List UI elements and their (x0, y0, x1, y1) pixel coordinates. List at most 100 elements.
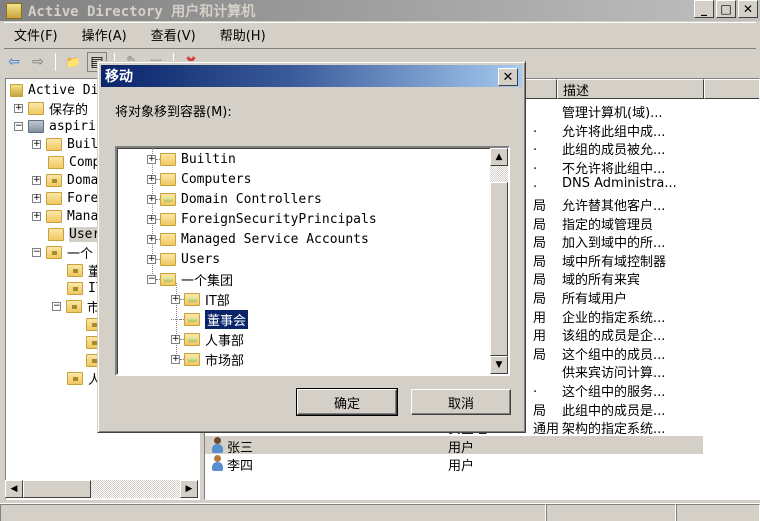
tree-item-label: 保存的 (49, 102, 89, 118)
dialog-close-button[interactable]: ✕ (498, 68, 518, 86)
ou-icon (46, 245, 62, 259)
back-icon[interactable]: ⇦ (4, 52, 24, 72)
folder-icon (160, 152, 176, 166)
scroll-thumb[interactable] (23, 480, 91, 498)
container-tree-item-label: IT部 (205, 293, 230, 309)
collapse-icon[interactable]: − (32, 247, 41, 257)
minimize-button[interactable]: _ (694, 0, 714, 18)
tree-item-computers[interactable]: Comp (43, 153, 100, 171)
expand-icon[interactable]: + (171, 334, 180, 344)
ou-icon (160, 192, 176, 206)
expand-icon[interactable]: + (14, 103, 23, 113)
tree-item-board[interactable]: 董 (62, 261, 101, 280)
collapse-icon[interactable]: − (52, 301, 61, 311)
tree-item-market[interactable]: − 市 (52, 297, 100, 316)
menu-action[interactable]: 操作(A) (82, 25, 127, 44)
window-title: Active Directory 用户和计算机 (28, 3, 256, 20)
container-tree-item-label: Computers (181, 171, 252, 187)
column-header-description[interactable]: 描述 (557, 79, 704, 99)
user-row[interactable]: 张三 用户 (205, 435, 703, 456)
expand-icon[interactable]: + (32, 175, 41, 185)
forward-icon[interactable]: ⇨ (28, 52, 48, 72)
expand-icon[interactable]: + (147, 174, 156, 184)
container-tree-item[interactable]: 董事会 (171, 309, 249, 329)
domain-icon (28, 119, 44, 133)
tree-item-saved-queries[interactable]: + 保存的 (14, 99, 89, 118)
scroll-right-button[interactable]: ▶ (180, 480, 198, 498)
row-scope: . (533, 120, 538, 136)
scroll-down-button[interactable]: ▼ (490, 356, 508, 374)
root-icon (10, 83, 23, 97)
expand-icon[interactable]: + (147, 234, 156, 244)
cancel-button[interactable]: 取消 (411, 389, 511, 415)
menu-file[interactable]: 文件(F) (14, 25, 58, 44)
collapse-icon[interactable]: − (147, 274, 156, 284)
container-tree-item[interactable]: + IT部 (171, 290, 230, 309)
container-tree-item[interactable]: + Computers (147, 170, 251, 188)
close-button[interactable]: ✕ (738, 0, 758, 18)
container-tree-item[interactable]: + ForeignSecurityPrincipals (147, 210, 377, 228)
container-tree-item-label: 董事会 (205, 309, 249, 329)
maximize-button[interactable]: □ (716, 0, 736, 18)
row-scope: 局 (533, 403, 547, 419)
expand-icon[interactable]: + (32, 211, 41, 221)
container-tree-item[interactable]: + 市场部 (171, 350, 244, 369)
tree-item-domain-controllers[interactable]: + Doma (32, 171, 98, 189)
expand-icon[interactable]: + (147, 154, 156, 164)
expand-icon[interactable]: + (171, 354, 180, 364)
row-description: 企业的指定系统... (562, 310, 666, 326)
scroll-track[interactable] (490, 166, 508, 182)
move-to-container-label: 将对象移到容器(M): (115, 105, 232, 120)
container-tree-item[interactable]: + Users (147, 250, 220, 268)
ou-icon (66, 299, 82, 313)
status-cell (676, 504, 760, 521)
tree-item-root[interactable]: Active Di (10, 81, 98, 99)
container-tree-item-label: Domain Controllers (181, 191, 322, 207)
scroll-left-button[interactable]: ◀ (5, 480, 23, 498)
container-tree-item[interactable]: + 人事部 (171, 330, 244, 349)
tree-item-foreign[interactable]: + Fore (32, 189, 98, 207)
column-header-extra[interactable] (704, 79, 759, 99)
tree-item-managed[interactable]: + Mana (32, 207, 98, 225)
row-description: 这个组中的服务... (562, 385, 666, 400)
ou-icon (184, 312, 200, 326)
tree-item-domain[interactable]: − aspiri (14, 117, 96, 135)
expand-icon[interactable]: + (147, 254, 156, 264)
user-row[interactable]: 李四 用户 (205, 454, 759, 474)
expand-icon[interactable]: + (32, 193, 41, 203)
tree-item-builtin[interactable]: + Buil (32, 135, 98, 153)
expand-icon[interactable]: + (171, 294, 180, 304)
container-tree-item[interactable]: + Domain Controllers (147, 190, 322, 208)
title-bar: Active Directory 用户和计算机 _ □ ✕ (0, 0, 760, 21)
tree-item-users[interactable]: User (43, 225, 101, 243)
row-description: DNS Administra... (562, 176, 677, 192)
expand-icon[interactable]: + (147, 194, 156, 204)
folder-icon (46, 137, 62, 151)
tree-item-group[interactable]: − 一个 (32, 243, 93, 262)
user-name: 张三 (227, 440, 254, 456)
scroll-up-button[interactable]: ▲ (490, 148, 508, 166)
tree-item-label: Fore (67, 190, 99, 206)
row-description: 该组的成员是企... (562, 329, 666, 345)
menu-view[interactable]: 查看(V) (151, 25, 196, 44)
container-tree-vertical-scrollbar[interactable]: ▲ ▼ (490, 148, 508, 374)
scroll-thumb[interactable] (490, 182, 508, 356)
container-tree-item-label: Managed Service Accounts (181, 231, 369, 247)
container-tree-item[interactable]: + Managed Service Accounts (147, 230, 369, 248)
ou-icon (67, 263, 83, 277)
container-tree-item[interactable]: − 一个集团 (147, 270, 233, 289)
container-tree[interactable]: + Builtin + Computers + Domain Controllers + Fo… (115, 146, 510, 376)
container-tree-item[interactable]: + Builtin (147, 150, 236, 168)
folder-icon (160, 252, 176, 266)
tree-horizontal-scrollbar[interactable]: ◀ ▶ (5, 480, 198, 498)
container-tree-item-label: Builtin (181, 151, 236, 167)
expand-icon[interactable]: + (147, 214, 156, 224)
menu-help[interactable]: 帮助(H) (220, 25, 266, 44)
tree-item-hr[interactable]: 人 (62, 369, 101, 388)
collapse-icon[interactable]: − (14, 121, 23, 131)
row-scope: 通用 (533, 422, 560, 438)
up-folder-icon[interactable]: 📁 (63, 52, 83, 72)
tree-item-label: Buil (67, 136, 99, 152)
ok-button[interactable]: 确定 (296, 388, 398, 416)
expand-icon[interactable]: + (32, 139, 41, 149)
